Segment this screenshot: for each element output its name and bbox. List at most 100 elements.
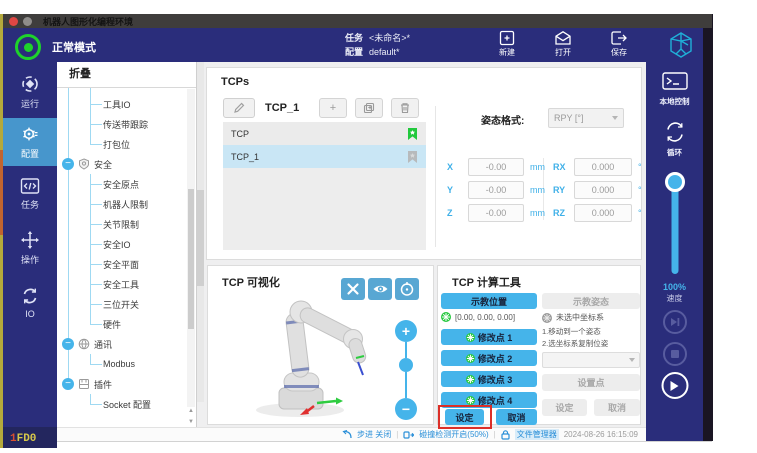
- tree-item[interactable]: 安全IO: [57, 234, 196, 254]
- play-icon: [670, 380, 680, 392]
- tree-item[interactable]: 工具IO: [57, 94, 196, 114]
- step-mode-label[interactable]: 步进 关闭: [357, 429, 391, 440]
- collapse-icon[interactable]: −: [62, 378, 74, 390]
- cancel-button-2[interactable]: 取消: [594, 399, 640, 416]
- x-field[interactable]: -0.00: [468, 158, 524, 176]
- control-sidebar: 本地控制 循环 100% 速度: [646, 62, 703, 441]
- desktop-strip-right: [703, 14, 713, 441]
- tree-item[interactable]: 打包位: [57, 134, 196, 154]
- ry-field[interactable]: 0.000: [574, 181, 632, 199]
- cancel-button[interactable]: 取消: [496, 409, 537, 425]
- modify-point-1-button[interactable]: 修改点 1: [441, 329, 537, 345]
- brand-logo: [667, 31, 695, 59]
- network-icon: [78, 338, 90, 350]
- sidebar-item-task[interactable]: 任务: [3, 170, 57, 218]
- tree-group-safety[interactable]: − 安全: [57, 154, 196, 174]
- stop-button[interactable]: [663, 342, 687, 366]
- tcp-list-item[interactable]: TCP: [223, 122, 426, 145]
- frame-select[interactable]: [542, 352, 640, 368]
- tree-scroll-arrows[interactable]: ▲▼: [187, 408, 195, 425]
- bookmark-active-icon[interactable]: [407, 127, 418, 141]
- collision-label[interactable]: 碰撞检测开启(50%): [419, 429, 488, 440]
- axis-label: Z: [447, 208, 462, 218]
- panel-divider: [435, 106, 436, 247]
- set-button-2[interactable]: 设定: [542, 399, 587, 416]
- add-tcp-button[interactable]: +: [319, 98, 347, 118]
- pose-format-select[interactable]: RPY [°]: [548, 108, 624, 128]
- tree-scrollbar[interactable]: [187, 89, 195, 407]
- axis-label: RY: [553, 185, 568, 195]
- tree-item[interactable]: 传送带跟踪: [57, 114, 196, 134]
- speed-slider-track[interactable]: [671, 184, 678, 274]
- tree-group-plugin[interactable]: − 插件: [57, 374, 196, 394]
- bookmark-inactive-icon[interactable]: [407, 150, 418, 164]
- sidebar-item-label: 配置: [21, 147, 39, 160]
- tcp-list: TCP TCP_1: [223, 122, 426, 250]
- tcp-list-item-selected[interactable]: TCP_1: [223, 145, 426, 168]
- task-label: 任务: [345, 33, 363, 43]
- zoom-in-button[interactable]: +: [395, 320, 417, 342]
- open-button[interactable]: 打开: [546, 30, 580, 58]
- modify-point-2-button[interactable]: 修改点 2: [441, 350, 537, 366]
- status-timestamp: 2024-08-26 16:15:09: [564, 430, 638, 439]
- window-title: 机器人图形化编程环境: [43, 15, 133, 28]
- tree-header[interactable]: 折叠: [57, 62, 196, 88]
- dial-button[interactable]: [395, 278, 419, 300]
- rz-field[interactable]: 0.000: [574, 204, 632, 222]
- step-button[interactable]: [663, 310, 687, 334]
- zoom-slider-handle[interactable]: [399, 358, 413, 372]
- collapse-icon[interactable]: −: [62, 338, 74, 350]
- z-field[interactable]: -0.00: [468, 204, 524, 222]
- position-readout: [0.00, 0.00, 0.00]: [441, 312, 515, 322]
- edit-name-button[interactable]: [223, 98, 255, 118]
- rx-field[interactable]: 0.000: [574, 158, 632, 176]
- tree-item[interactable]: 机器人限制: [57, 194, 196, 214]
- hint-line-1: 1.移动到一个姿态: [542, 326, 601, 337]
- loop-button[interactable]: 循环: [646, 120, 703, 158]
- mode-status-icon: [15, 34, 41, 60]
- local-control-button[interactable]: 本地控制: [646, 72, 703, 107]
- content-scrollbar[interactable]: [197, 62, 204, 402]
- speed-slider-handle[interactable]: [665, 172, 685, 192]
- tree-item[interactable]: 三位开关: [57, 294, 196, 314]
- save-button[interactable]: 保存: [602, 30, 636, 58]
- calc-title: TCP 计算工具: [438, 266, 640, 290]
- robot-3d-view[interactable]: [222, 286, 382, 422]
- tree-group-comm[interactable]: − 通讯: [57, 334, 196, 354]
- pencil-icon: [233, 102, 245, 114]
- open-label: 打开: [555, 47, 571, 58]
- tree-item[interactable]: Modbus: [57, 354, 196, 374]
- tree-item[interactable]: 安全原点: [57, 174, 196, 194]
- y-field[interactable]: -0.00: [468, 181, 524, 199]
- tree-item[interactable]: 安全平面: [57, 254, 196, 274]
- tree-item[interactable]: 硬件: [57, 314, 196, 334]
- zoom-out-button[interactable]: −: [395, 398, 417, 420]
- collapse-icon[interactable]: −: [62, 158, 74, 170]
- file-manager-label[interactable]: 文件管理器: [515, 429, 559, 440]
- plugin-icon: [78, 378, 90, 390]
- separator: |: [396, 430, 398, 439]
- sidebar-item-io[interactable]: IO: [3, 278, 57, 326]
- sidebar-item-run[interactable]: 运行: [3, 68, 57, 116]
- tree-item[interactable]: Socket 配置: [57, 394, 196, 414]
- run-target-icon: [20, 74, 40, 94]
- tree-item[interactable]: 关节限制: [57, 214, 196, 234]
- status-bar: 步进 关闭 | 碰撞检测开启(50%) | 文件管理器 2024-08-26 1…: [57, 427, 646, 441]
- new-button[interactable]: 新建: [490, 30, 524, 58]
- point-set-icon: [466, 375, 475, 384]
- modify-point-3-button[interactable]: 修改点 3: [441, 371, 537, 387]
- delete-tcp-button[interactable]: [391, 98, 419, 118]
- sidebar-item-config[interactable]: 配置: [3, 118, 57, 166]
- close-icon[interactable]: [9, 17, 18, 26]
- teach-pose-button[interactable]: 示教姿态: [542, 293, 640, 309]
- play-button[interactable]: [661, 372, 688, 399]
- axis-label: RX: [553, 162, 568, 172]
- sidebar-item-operate[interactable]: 操作: [3, 224, 57, 272]
- code-icon: [20, 177, 40, 195]
- copy-tcp-button[interactable]: [355, 98, 383, 118]
- set-point-button[interactable]: 设置点: [542, 374, 640, 391]
- tree-item[interactable]: 安全工具: [57, 274, 196, 294]
- teach-position-button[interactable]: 示教位置: [441, 293, 537, 309]
- shield-icon: [78, 158, 90, 170]
- minimize-icon[interactable]: [23, 17, 32, 26]
